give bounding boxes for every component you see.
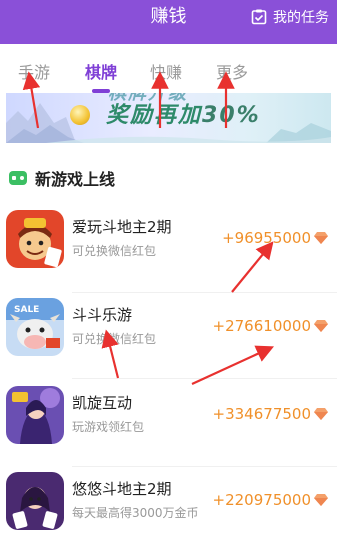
game-name: 斗斗乐游 [72,306,133,324]
game-name: 悠悠斗地主2期 [72,480,172,498]
game-row[interactable]: 凯旋互动 玩游戏领红包 +334677500 [0,386,337,472]
game-icon-aiwan-doudizhu [6,210,64,268]
game-reward: +96955000 [222,229,311,247]
tab-card-games[interactable]: 棋牌 [85,59,117,83]
task-checklist-icon [251,9,267,25]
promo-banner[interactable]: 棋牌升级 奖励再加30% [6,93,331,143]
svg-text:SALE: SALE [14,305,39,315]
section-title: 新游戏上线 [35,170,116,189]
banner-percent: 30% [202,103,261,128]
game-name: 爱玩斗地主2期 [72,218,172,236]
gem-icon [314,320,328,332]
gem-icon [314,232,328,244]
my-tasks-label: 我的任务 [273,10,329,26]
game-name: 凯旋互动 [72,394,133,412]
divider [72,466,337,467]
new-games-section-header: 新游戏上线 [0,158,337,198]
game-description: 可兑换微信红包 [72,332,157,346]
game-description: 玩游戏领红包 [72,420,145,434]
tab-quick-earn[interactable]: 快赚 [150,59,182,83]
category-tabs: 手游 棋牌 快赚 更多 [0,44,337,92]
tab-more[interactable]: 更多 [216,59,248,83]
my-tasks-button[interactable]: 我的任务 [251,6,329,28]
divider [72,378,337,379]
game-row[interactable]: 悠悠斗地主2期 每天最高得3000万金币 +220975000 [0,472,337,558]
banner-line2: 奖励再加 [106,103,203,128]
gold-coin-icon [70,105,90,125]
game-reward: +220975000 [212,491,311,509]
game-icon-youyou-doudizhu [6,472,64,530]
game-row[interactable]: SALE 斗斗乐游 可兑换微信红包 +276610000 [0,298,337,384]
gamepad-icon [9,171,27,185]
game-description: 每天最高得3000万金币 [72,506,199,520]
gem-icon [314,408,328,420]
tab-mobile-games[interactable]: 手游 [18,59,50,83]
banner-main-text: 奖励再加30% [106,97,261,129]
game-reward: +334677500 [212,405,311,423]
gem-icon [314,494,328,506]
game-reward: +276610000 [212,317,311,335]
game-row[interactable]: 爱玩斗地主2期 可兑换微信红包 +96955000 [0,210,337,296]
app-header: 赚钱 我的任务 [0,0,337,44]
game-icon-kaixuan-hudong [6,386,64,444]
game-icon-doudou-leyou: SALE [6,298,64,356]
divider [72,292,337,293]
game-description: 可兑换微信红包 [72,244,157,258]
